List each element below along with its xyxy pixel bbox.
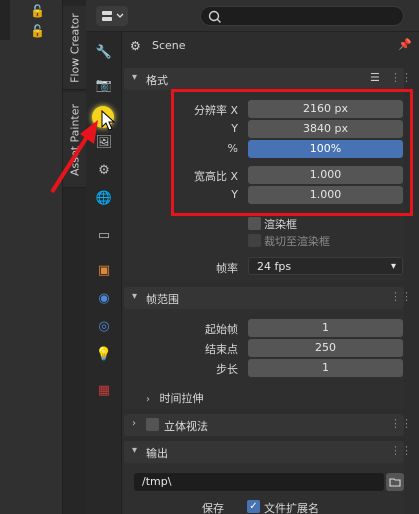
- search-input[interactable]: [200, 6, 404, 26]
- annotation-arrow-icon: [50, 120, 98, 194]
- folder-icon[interactable]: [386, 473, 404, 491]
- frame-rate-value: 24 fps: [257, 260, 292, 273]
- chevron-right-icon: ›: [132, 418, 136, 429]
- search-icon: [208, 10, 221, 23]
- texture-icon[interactable]: ▦: [93, 380, 115, 402]
- frame-step-label: 步长: [216, 363, 238, 376]
- scene-context-row: ⚙ Scene 📌: [122, 32, 419, 62]
- frame-rate-select[interactable]: 24 fps ▾: [248, 257, 403, 275]
- lock-icon[interactable]: 🔓: [30, 4, 45, 18]
- stereoscopy-section-header[interactable]: › 立体视法 ⋮⋮: [124, 414, 412, 436]
- chevron-right-icon: ›: [146, 394, 150, 405]
- scene-title: Scene: [152, 39, 186, 52]
- file-extension-label: 文件扩展名: [264, 502, 319, 514]
- frame-range-title: 帧范围: [146, 293, 179, 306]
- lock-icon[interactable]: 🔓: [30, 24, 45, 38]
- frame-end-field[interactable]: 250: [248, 339, 403, 357]
- format-section-header[interactable]: ▾ 格式 ☰ ⋮⋮: [124, 68, 412, 90]
- frame-start-label: 起始帧: [205, 323, 238, 336]
- frame-step-field[interactable]: 1: [248, 359, 403, 377]
- editor-type-button[interactable]: [96, 6, 128, 26]
- save-label: 保存: [202, 502, 224, 514]
- output-title: 输出: [146, 447, 168, 460]
- crop-to-render-region-checkbox[interactable]: [248, 234, 261, 247]
- output-section-header[interactable]: ▾ 输出 ⋮⋮: [124, 441, 412, 463]
- frame-end-label: 结束点: [205, 343, 238, 356]
- crop-to-render-region-label: 裁切至渲染框: [264, 235, 330, 248]
- tool-icon[interactable]: 🔧: [93, 42, 115, 64]
- light-icon[interactable]: 💡: [93, 344, 115, 366]
- chevron-down-icon: ▾: [132, 291, 138, 302]
- viewport-edge: [0, 0, 10, 40]
- render-region-checkbox[interactable]: [248, 217, 261, 230]
- scene-icon: ⚙: [130, 39, 141, 53]
- pin-icon[interactable]: 📌: [398, 38, 412, 51]
- collection-icon[interactable]: ▭: [93, 225, 115, 247]
- tab-flow-creator-label: Flow Creator: [68, 12, 82, 83]
- chevron-down-icon: ▾: [132, 72, 138, 83]
- chevron-down-icon: ▾: [132, 445, 138, 456]
- drag-handle-icon[interactable]: ⋮⋮: [390, 444, 412, 457]
- viewport-area[interactable]: [0, 0, 62, 514]
- editor-type-icon: [102, 11, 124, 21]
- time-stretch-label: 时间拉伸: [159, 392, 204, 405]
- drag-handle-icon[interactable]: ⋮⋮: [390, 71, 412, 84]
- tab-flow-creator[interactable]: Flow Creator: [63, 6, 87, 90]
- format-title: 格式: [146, 74, 168, 87]
- presets-icon[interactable]: ☰: [370, 71, 380, 84]
- frame-start-field[interactable]: 1: [248, 319, 403, 337]
- modifier-icon[interactable]: ◉: [93, 288, 115, 310]
- frame-range-section-header[interactable]: ▾ 帧范围 ⋮⋮: [124, 287, 412, 309]
- drag-handle-icon[interactable]: ⋮⋮: [390, 417, 412, 430]
- drag-handle-icon[interactable]: ⋮⋮: [390, 290, 412, 303]
- object-icon[interactable]: ▣: [93, 260, 115, 282]
- physics-icon[interactable]: ◎: [93, 316, 115, 338]
- chevron-down-icon: ▾: [390, 261, 396, 272]
- render-icon[interactable]: 📷: [93, 75, 115, 97]
- stereoscopy-checkbox[interactable]: [146, 418, 159, 431]
- frame-rate-label: 帧率: [216, 262, 238, 275]
- output-path-field[interactable]: /tmp\: [134, 473, 384, 491]
- file-extension-checkbox[interactable]: ✓: [247, 500, 260, 513]
- time-stretch-subpanel[interactable]: › 时间拉伸: [146, 390, 204, 406]
- render-region-label: 渲染框: [264, 218, 297, 231]
- stereoscopy-title: 立体视法: [164, 420, 208, 433]
- highlight-box: [171, 89, 413, 216]
- sidebar-tabs: Flow Creator Asset Painter: [62, 0, 87, 514]
